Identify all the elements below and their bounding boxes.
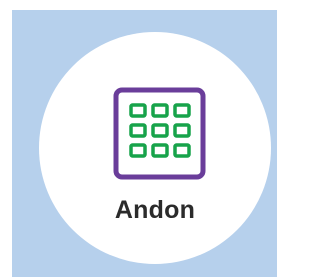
app-tile-background: Andon — [12, 10, 277, 277]
andon-grid-icon — [113, 87, 206, 180]
andon-app-tile[interactable]: Andon — [39, 32, 271, 264]
app-tile-label: Andon — [114, 196, 196, 224]
